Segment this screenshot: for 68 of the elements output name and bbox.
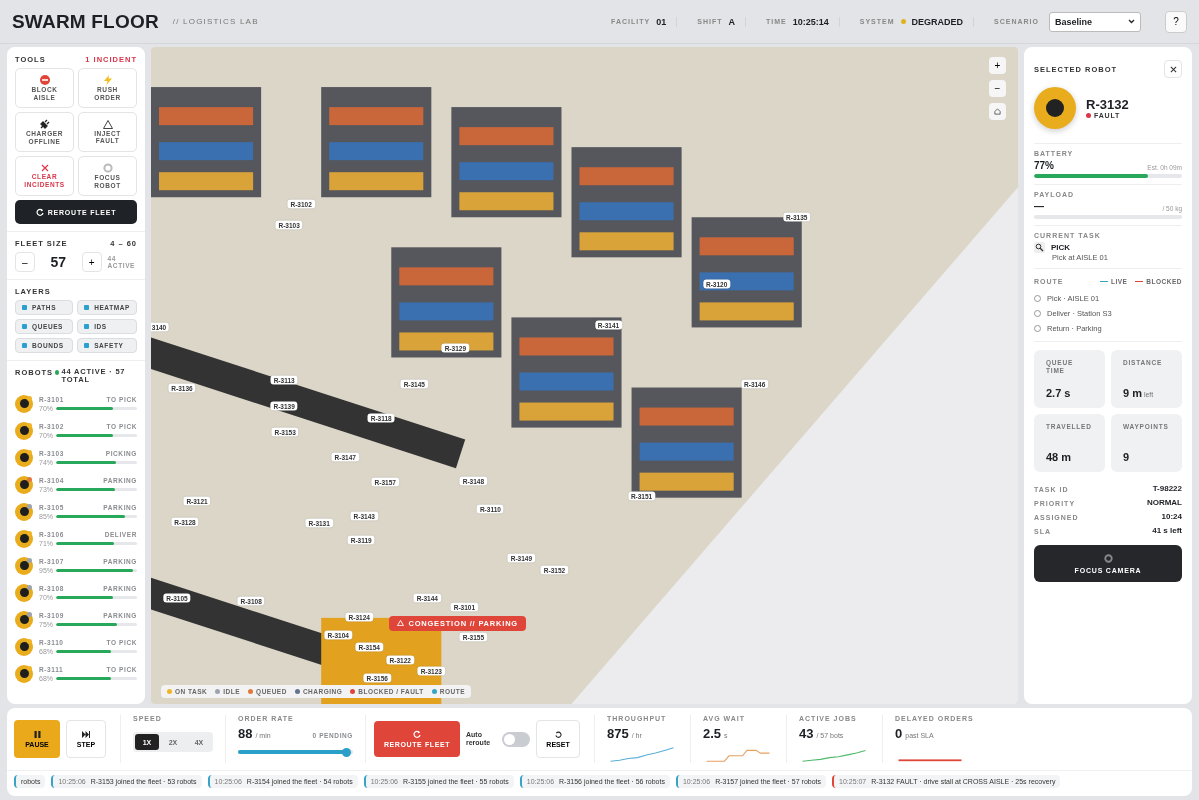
close-button[interactable] xyxy=(1164,60,1182,78)
stat-value: 01 xyxy=(656,16,667,27)
robot-avatar xyxy=(15,637,33,656)
payload-value: — xyxy=(1034,201,1044,212)
scenario-dropdown[interactable]: Baseline xyxy=(1049,11,1141,32)
help-button[interactable]: ? xyxy=(1165,10,1187,33)
shelf-rack-drawing[interactable] xyxy=(321,87,432,198)
fact-value: 10:24 xyxy=(1161,512,1182,521)
home-icon xyxy=(994,108,1001,115)
refresh-icon xyxy=(35,208,44,216)
target-icon xyxy=(1103,553,1113,563)
shelf-rack-drawing[interactable] xyxy=(151,87,262,198)
fact-value: 41 s left xyxy=(1152,526,1182,535)
home-button[interactable] xyxy=(989,103,1006,120)
shelf-rack-drawing[interactable] xyxy=(391,247,502,358)
metric-value: 875 xyxy=(607,726,629,741)
warning-icon xyxy=(102,119,113,129)
robot-avatar xyxy=(15,610,33,629)
reset-icon xyxy=(554,730,562,738)
app-subtitle: // LOGISTICS LAB xyxy=(172,17,259,26)
increment-button[interactable]: + xyxy=(81,252,102,272)
robot-avatar xyxy=(15,394,33,413)
robot-avatar xyxy=(15,421,33,440)
robot-avatar xyxy=(15,448,33,467)
shelf-rack-drawing[interactable] xyxy=(451,107,562,218)
stat-value: A xyxy=(728,16,735,27)
stat-value: DEGRADED xyxy=(911,16,964,27)
auto-reroute-toggle[interactable] xyxy=(502,731,530,747)
no-entry-icon xyxy=(39,75,50,86)
refresh-icon xyxy=(413,730,421,738)
robot-avatar xyxy=(15,556,33,575)
lightning-icon xyxy=(103,75,112,86)
close-icon xyxy=(40,164,49,173)
decrement-button[interactable]: – xyxy=(15,252,35,272)
order-rate-value: 88 xyxy=(238,726,253,741)
warning-icon xyxy=(397,620,405,627)
robot-id: R-3132 xyxy=(1086,97,1129,112)
metric-value: 43 xyxy=(799,726,814,741)
pause-icon xyxy=(33,730,41,738)
target-icon xyxy=(102,163,113,174)
fact-value: NORMAL xyxy=(1146,498,1182,507)
fleet-size-value: 57 xyxy=(49,254,68,270)
close-icon xyxy=(1169,65,1177,73)
plug-icon xyxy=(39,119,50,130)
robot-avatar xyxy=(15,664,33,683)
search-icon xyxy=(1034,242,1045,253)
robot-avatar xyxy=(15,529,33,548)
battery-value: 77% xyxy=(1034,160,1054,171)
order-rate-slider[interactable] xyxy=(238,750,353,754)
robot-avatar xyxy=(1034,87,1076,129)
robot-avatar xyxy=(15,583,33,602)
zoom-out-button[interactable]: − xyxy=(989,80,1006,97)
fact-value: T-98222 xyxy=(1152,484,1182,493)
chevron-down-icon xyxy=(1128,19,1135,24)
shelf-rack-drawing[interactable] xyxy=(511,317,622,428)
shelf-rack-drawing[interactable] xyxy=(631,387,742,498)
stat-value: 10:25:14 xyxy=(792,16,829,27)
zoom-in-button[interactable]: + xyxy=(989,57,1006,74)
status-dot xyxy=(55,370,60,375)
skip-forward-icon xyxy=(82,730,90,738)
robot-avatar xyxy=(15,475,33,494)
robot-avatar xyxy=(15,502,33,521)
warehouse-3d-view[interactable] xyxy=(151,47,1018,704)
shelf-rack-drawing[interactable] xyxy=(571,147,682,258)
task-name: PICK xyxy=(1051,243,1071,252)
metric-value: 0 xyxy=(895,726,903,741)
app-title: SWARM FLOOR xyxy=(12,10,159,33)
metric-value: 2.5 xyxy=(703,726,722,741)
